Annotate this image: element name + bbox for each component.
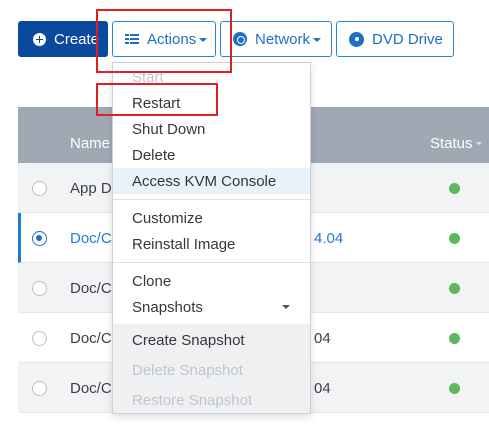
plus-circle-icon [33, 32, 46, 46]
column-header-status-label: Status [430, 135, 473, 152]
status-dot [449, 233, 460, 244]
row-version: 04 [314, 330, 331, 347]
menu-item-create-snapshot[interactable]: Create Snapshot [113, 327, 310, 353]
network-button-label: Network [255, 30, 311, 48]
sort-icon [475, 142, 482, 145]
status-dot [449, 333, 460, 344]
network-icon [233, 32, 247, 46]
row-radio[interactable] [32, 381, 47, 396]
disc-icon [349, 31, 364, 47]
network-button[interactable]: Network [220, 21, 332, 57]
annotation-box-restart [96, 83, 218, 116]
menu-item-snapshots-label: Snapshots [132, 298, 203, 316]
menu-item-shut-down[interactable]: Shut Down [113, 116, 310, 142]
dvd-drive-button-label: DVD Drive [372, 30, 443, 48]
row-radio[interactable] [32, 281, 47, 296]
menu-item-customize[interactable]: Customize [113, 205, 310, 231]
status-dot [449, 383, 460, 394]
menu-item-snapshots[interactable]: Snapshots [113, 294, 310, 320]
create-button-label: Create [54, 30, 100, 48]
column-header-name[interactable]: Name [70, 135, 110, 152]
row-radio[interactable] [32, 331, 47, 346]
annotation-box-actions [96, 9, 232, 73]
row-version: 4.04 [314, 230, 344, 247]
menu-item-access-kvm-console[interactable]: Access KVM Console [113, 168, 310, 194]
status-dot [449, 283, 460, 294]
row-radio[interactable] [32, 231, 47, 246]
menu-item-delete[interactable]: Delete [113, 142, 310, 168]
status-dot [449, 183, 460, 194]
menu-item-clone[interactable]: Clone [113, 268, 310, 294]
row-version: 04 [314, 380, 331, 397]
column-header-status[interactable]: Status [430, 135, 482, 152]
menu-divider [113, 262, 310, 263]
menu-divider [113, 199, 310, 200]
create-button[interactable]: Create [18, 21, 108, 57]
menu-item-delete-snapshot: Delete Snapshot [113, 357, 310, 383]
chevron-down-icon [282, 305, 290, 309]
menu-item-reinstall-image[interactable]: Reinstall Image [113, 231, 310, 257]
dvd-drive-button[interactable]: DVD Drive [336, 21, 454, 57]
menu-item-restore-snapshot: Restore Snapshot [113, 387, 310, 413]
chevron-down-icon [313, 38, 322, 42]
row-radio[interactable] [32, 181, 47, 196]
